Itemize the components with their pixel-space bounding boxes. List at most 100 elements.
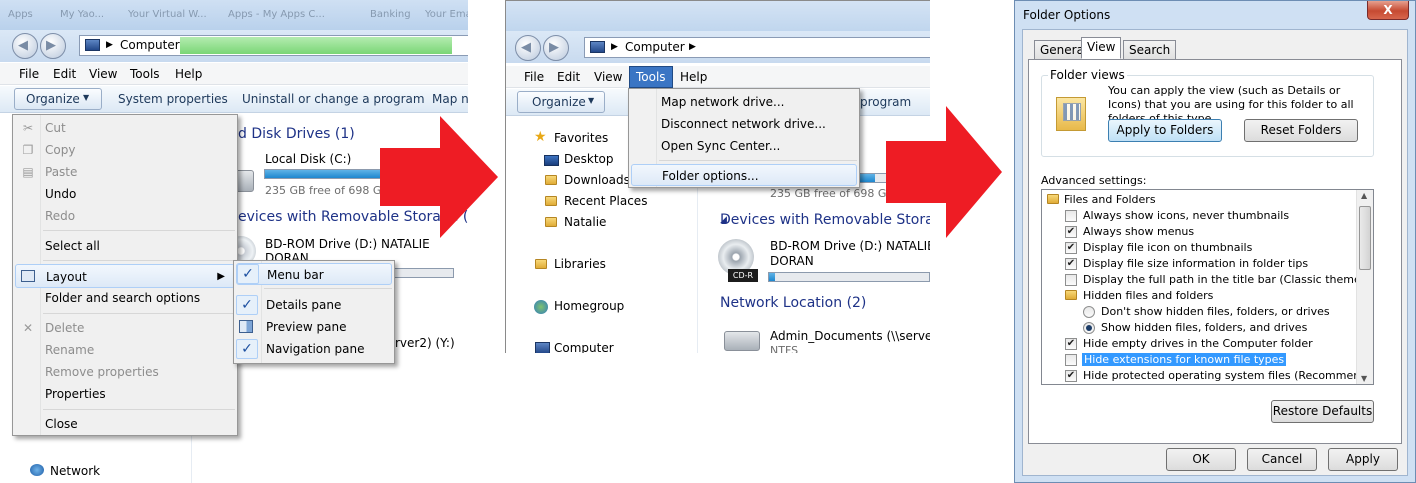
menu-item-properties[interactable]: Properties [13, 383, 237, 405]
menu-item-folder-options[interactable]: Folder options... [631, 164, 857, 186]
organize-button[interactable]: Organize ▼ [14, 88, 102, 110]
tree-row-option[interactable]: ✔ Always show menus [1042, 224, 1356, 240]
nav-natalie[interactable]: Natalie [564, 215, 606, 229]
menu-item-disconnect-network-drive[interactable]: Disconnect network drive... [629, 113, 859, 135]
menu-edit[interactable]: Edit [49, 67, 80, 81]
advanced-settings-tree[interactable]: Files and Folders Always show icons, nev… [1041, 189, 1374, 385]
tree-row-hide-extensions[interactable]: Hide extensions for known file types [1042, 352, 1356, 368]
tab-view[interactable]: View [1081, 37, 1122, 59]
submenu-item-navigation-pane[interactable]: ✓ Navigation pane [234, 338, 394, 360]
tree-row-option[interactable]: Show hidden files, folders, and drives [1042, 320, 1356, 336]
menu-help[interactable]: Help [171, 67, 206, 81]
tree-row-option[interactable]: Display the full path in the title bar (… [1042, 272, 1373, 288]
organize-label: Organize [532, 95, 586, 109]
checkbox-checked[interactable]: ✔ [1065, 258, 1077, 270]
submenu-item-details-pane[interactable]: ✓ Details pane [234, 294, 394, 316]
apply-button[interactable]: Apply [1328, 448, 1398, 471]
apply-to-folders-button[interactable]: Apply to Folders [1108, 119, 1222, 142]
nav-computer[interactable]: Computer [554, 341, 614, 353]
menu-tools[interactable]: Tools [126, 67, 164, 81]
checkbox-checked[interactable]: ✔ [1065, 338, 1077, 350]
menu-item-map-network-drive[interactable]: Map network drive... [629, 91, 859, 113]
menu-item-delete[interactable]: ✕ Delete [13, 317, 237, 339]
forward-button[interactable]: ▶ [543, 35, 569, 61]
forward-button[interactable]: ▶ [40, 33, 66, 59]
menu-item-redo[interactable]: Redo [13, 205, 237, 227]
tree-row-option[interactable]: ✔ Hide empty drives in the Computer folde… [1042, 336, 1356, 352]
menu-item-select-all[interactable]: Select all [13, 235, 237, 257]
back-arrow-icon: ◀ [521, 40, 531, 55]
menu-item-layout[interactable]: Layout ▶ [15, 264, 235, 288]
menu-file[interactable]: File [520, 70, 548, 84]
menu-file[interactable]: File [15, 67, 43, 81]
tab-search[interactable]: Search [1123, 40, 1177, 59]
bg-tab: My Yao... [60, 9, 105, 20]
network-location-header[interactable]: Network Location (2) [720, 295, 866, 311]
menu-item-open-sync-center[interactable]: Open Sync Center... [629, 135, 859, 157]
tree-row-option[interactable]: ✔ Hide protected operating system files (… [1042, 368, 1373, 384]
bd-rom-name-line1[interactable]: BD-ROM Drive (D:) NATALIE [265, 237, 430, 251]
nav-recent-places[interactable]: Recent Places [564, 194, 647, 208]
menu-item-remove-properties[interactable]: Remove properties [13, 361, 237, 383]
ok-button[interactable]: OK [1166, 448, 1236, 471]
map-network-button[interactable]: Map ne [432, 92, 468, 106]
tree-row-option[interactable]: Don't show hidden files, folders, or dri… [1042, 304, 1356, 320]
menu-item-cut[interactable]: ✂ Cut [13, 117, 237, 139]
checkbox-checked[interactable]: ✔ [1065, 370, 1077, 382]
menu-item-rename[interactable]: Rename [13, 339, 237, 361]
partial-network-drive[interactable]: rver2) (Y:) [395, 336, 455, 350]
address-bar[interactable]: ▶ Computer [79, 35, 468, 56]
menu-item-undo[interactable]: Undo [13, 183, 237, 205]
nav-network[interactable]: Network [50, 464, 100, 478]
menu-item-label: Paste [45, 165, 78, 179]
tree-row-option[interactable]: ✔ Display file size information in folder… [1042, 256, 1356, 272]
scroll-up-icon[interactable]: ▲ [1361, 191, 1367, 200]
menu-item-copy[interactable]: ❐ Copy [13, 139, 237, 161]
address-bar[interactable]: ▶ Computer ▶ [584, 37, 930, 58]
checkbox[interactable] [1065, 274, 1077, 286]
organize-button[interactable]: Organize ▼ [517, 91, 605, 113]
cancel-button[interactable]: Cancel [1247, 448, 1317, 471]
tree-row-files-folders[interactable]: Files and Folders [1042, 192, 1356, 208]
tree-row-hidden-files[interactable]: Hidden files and folders [1042, 288, 1356, 304]
menu-view[interactable]: View [590, 70, 626, 84]
tree-row-option[interactable]: Always show icons, never thumbnails [1042, 208, 1356, 224]
nav-favorites[interactable]: Favorites [554, 131, 608, 145]
radio-button[interactable] [1083, 306, 1095, 318]
menu-edit[interactable]: Edit [553, 70, 584, 84]
reset-folders-button[interactable]: Reset Folders [1244, 119, 1358, 142]
nav-downloads[interactable]: Downloads [564, 173, 630, 187]
hard-disk-group-header[interactable]: d Disk Drives (1) [238, 126, 355, 142]
bd-rom-name-line1[interactable]: BD-ROM Drive (D:) NATALIE [770, 239, 930, 253]
radio-button-selected[interactable] [1083, 322, 1095, 334]
nav-libraries[interactable]: Libraries [554, 257, 606, 271]
menu-item-close[interactable]: Close [13, 413, 237, 435]
scroll-thumb[interactable] [1359, 206, 1371, 270]
close-button[interactable]: X [1367, 1, 1409, 20]
checkbox-checked[interactable]: ✔ [1065, 242, 1077, 254]
menu-item-folder-search-options[interactable]: Folder and search options [13, 287, 237, 309]
uninstall-program-button[interactable]: Uninstall or change a program [242, 92, 425, 106]
checkbox[interactable] [1065, 210, 1077, 222]
menu-help[interactable]: Help [676, 70, 711, 84]
network-drive-icon [724, 331, 760, 351]
nav-desktop[interactable]: Desktop [564, 152, 614, 166]
back-button[interactable]: ◀ [12, 33, 38, 59]
local-disk-name[interactable]: Local Disk (C:) [265, 152, 351, 166]
menu-view[interactable]: View [85, 67, 121, 81]
back-arrow-icon: ◀ [18, 38, 28, 53]
checkbox-checked[interactable]: ✔ [1065, 226, 1077, 238]
menu-tools-active[interactable]: Tools [629, 66, 673, 88]
system-properties-button[interactable]: System properties [118, 92, 228, 106]
tree-row-option[interactable]: ✔ Display file icon on thumbnails [1042, 240, 1356, 256]
back-button[interactable]: ◀ [515, 35, 541, 61]
admin-documents-drive[interactable]: Admin_Documents (\\server2) [770, 329, 930, 343]
tree-scrollbar[interactable]: ▲ ▼ [1356, 190, 1373, 384]
menu-item-paste[interactable]: ▤ Paste [13, 161, 237, 183]
nav-homegroup[interactable]: Homegroup [554, 299, 624, 313]
submenu-item-menu-bar[interactable]: ✓ Menu bar [236, 263, 392, 285]
scroll-down-icon[interactable]: ▼ [1361, 374, 1367, 383]
checkbox[interactable] [1065, 354, 1077, 366]
restore-defaults-button[interactable]: Restore Defaults [1271, 400, 1374, 423]
submenu-item-preview-pane[interactable]: Preview pane [234, 316, 394, 338]
